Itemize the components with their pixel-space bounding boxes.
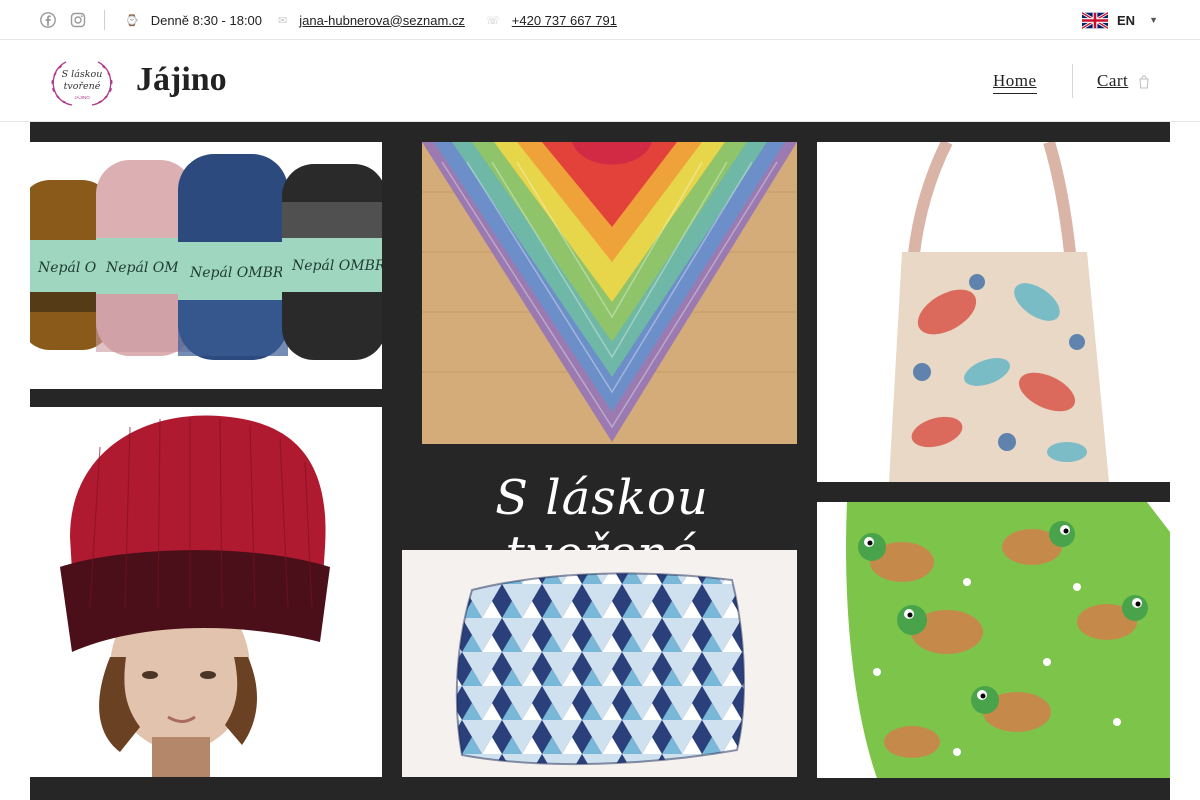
top-bar: ⌚ Denně 8:30 - 18:00 ✉ jana-hubnerova@se… (0, 0, 1200, 40)
tote-bag-image (817, 142, 1170, 482)
yarn-image: Nepál OMBRÉ Nepál OMBRÉ Nepál OMBRÉ Nepá… (30, 142, 382, 389)
phone-icon: ☏ (486, 14, 500, 27)
divider (104, 10, 105, 30)
uk-flag-icon (1082, 11, 1109, 29)
clock-icon: ⌚ (125, 14, 139, 27)
turtle-pillow-image (817, 502, 1170, 778)
language-switcher[interactable]: EN ▼ (1082, 10, 1158, 30)
language-label: EN (1117, 12, 1136, 28)
logo[interactable]: S láskou tvořené JÁJINO (46, 56, 118, 108)
facebook-icon[interactable] (40, 12, 56, 28)
social-links (40, 12, 86, 28)
chevron-down-icon: ▼ (1149, 15, 1158, 25)
shawl-image (422, 142, 797, 444)
email-contact: ✉ jana-hubnerova@seznam.cz (278, 0, 465, 40)
svg-text:Nepál OMBRÉ: Nepál OMBRÉ (291, 256, 382, 274)
phone-contact: ☏ +420 737 667 791 (486, 0, 617, 40)
nav-home[interactable]: Home (993, 71, 1037, 94)
hat-image (30, 407, 382, 777)
instagram-icon[interactable] (70, 12, 86, 28)
svg-text:Nepál OMBRÉ: Nepál OMBRÉ (189, 263, 294, 281)
cart-icon[interactable] (1138, 75, 1150, 89)
hours-text: Denně 8:30 - 18:00 (150, 12, 263, 28)
svg-text:JÁJINO: JÁJINO (74, 94, 90, 100)
nav-divider (1072, 64, 1073, 98)
pillow-image (402, 550, 797, 777)
nav-cart[interactable]: Cart (1097, 71, 1128, 91)
phone-link[interactable]: +420 737 667 791 (512, 13, 617, 28)
svg-text:S láskou: S láskou (62, 69, 103, 80)
mail-icon: ✉ (278, 14, 288, 27)
brand-name[interactable]: Jájino (136, 61, 227, 99)
site-header: S láskou tvořené JÁJINO Jájino Home Cart (0, 40, 1200, 122)
hero-collage: Nepál OMBRÉ Nepál OMBRÉ Nepál OMBRÉ Nepá… (30, 122, 1170, 800)
svg-text:tvořené: tvořené (64, 81, 101, 92)
email-link[interactable]: jana-hubnerova@seznam.cz (299, 13, 465, 28)
opening-hours: ⌚ Denně 8:30 - 18:00 (125, 0, 262, 40)
